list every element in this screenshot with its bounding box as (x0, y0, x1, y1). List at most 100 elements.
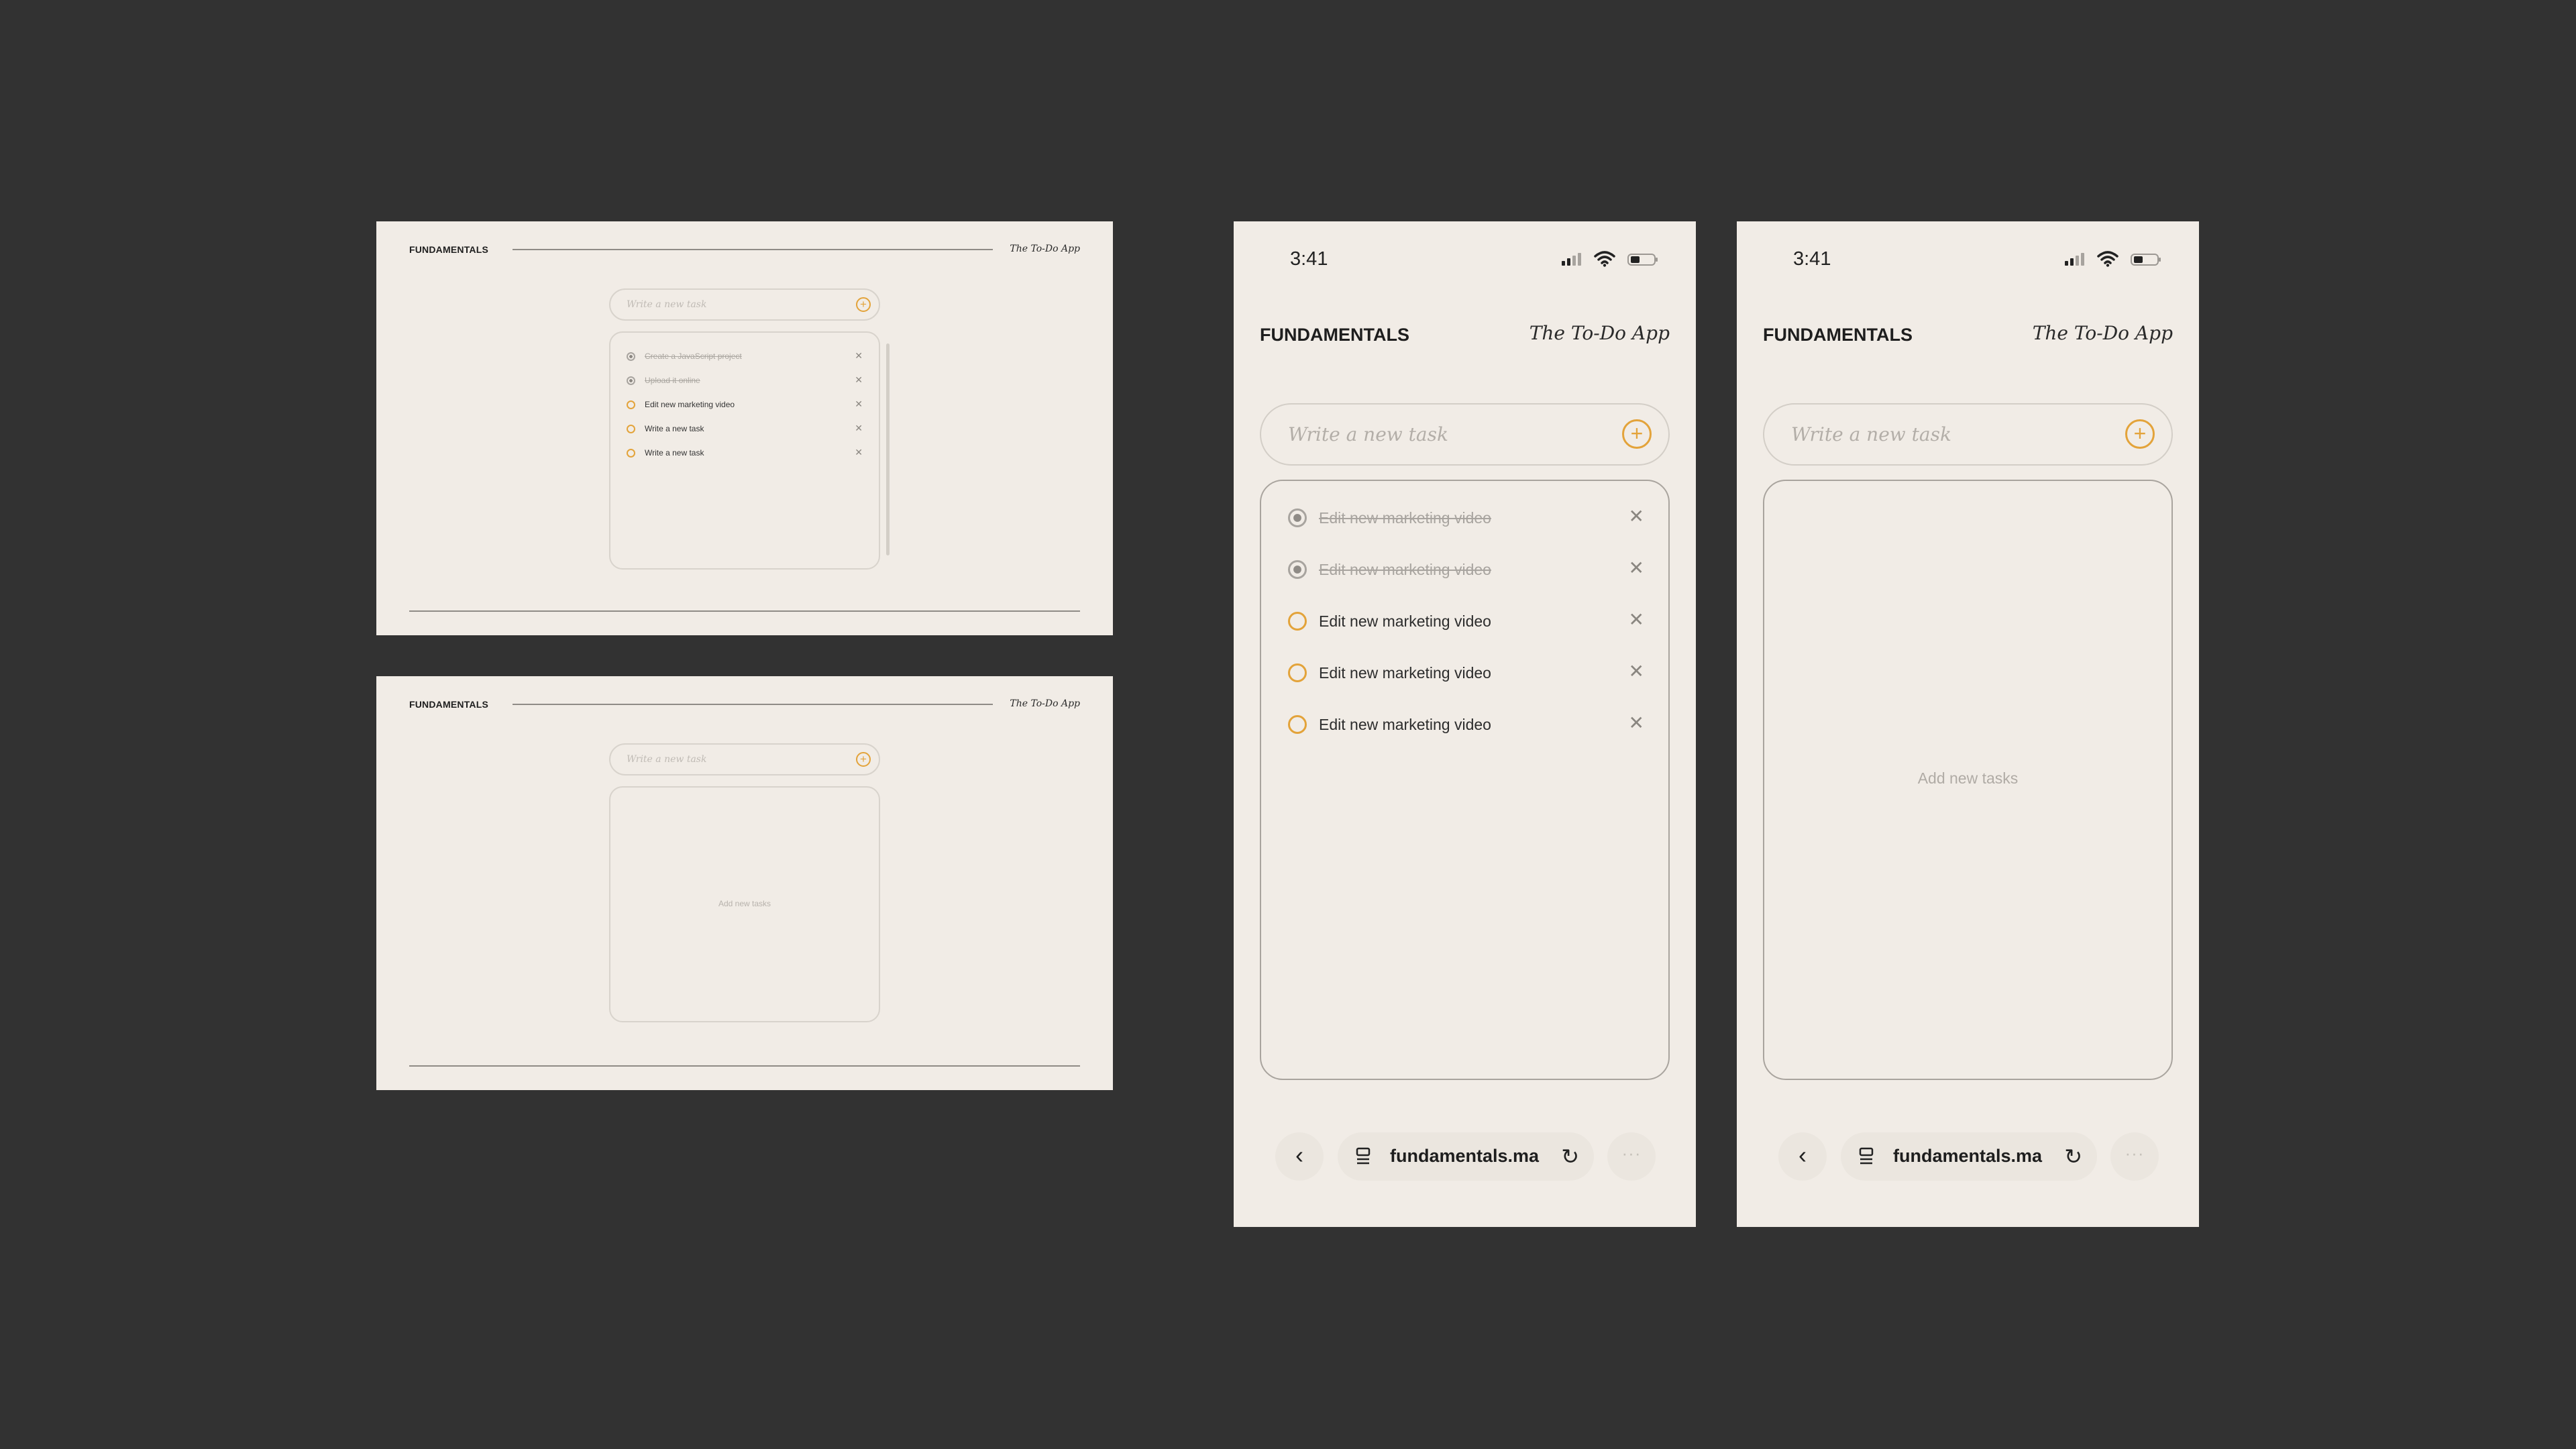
mobile-frame-empty: 3:41 FUNDAMENTALS The To-Do App + Add ne… (1737, 221, 2199, 1227)
task-label: Write a new task (645, 448, 704, 458)
app-title: The To-Do App (1010, 698, 1080, 709)
tabs-icon (1859, 1147, 1874, 1165)
header-divider (513, 249, 993, 250)
task-label: Edit new marketing video (1319, 664, 1491, 682)
more-button[interactable]: ··· (2110, 1132, 2159, 1181)
battery-icon (2131, 254, 2161, 266)
task-item[interactable]: Upload it online ✕ (627, 373, 863, 388)
desktop-frame-tasks: FUNDAMENTALS The To-Do App + Create a Ja… (376, 221, 1113, 635)
task-item[interactable]: Edit new marketing video ✕ (1288, 659, 1644, 686)
checkbox-empty-icon[interactable] (627, 449, 635, 458)
task-item[interactable]: Create a JavaScript project ✕ (627, 349, 863, 364)
task-list: Create a JavaScript project ✕ Upload it … (609, 331, 880, 570)
app-title: The To-Do App (1529, 322, 1670, 344)
close-icon[interactable]: ✕ (855, 374, 863, 386)
checkbox-checked-icon[interactable] (1288, 508, 1307, 527)
task-label: Write a new task (645, 424, 704, 433)
empty-state: Add new tasks (718, 899, 771, 908)
task-label: Edit new marketing video (1319, 561, 1491, 578)
new-task-field: + (1763, 403, 2173, 466)
new-task-field: + (1260, 403, 1670, 466)
app-title: The To-Do App (1010, 244, 1080, 254)
close-icon[interactable]: ✕ (1629, 608, 1644, 631)
desktop-frame-empty: FUNDAMENTALS The To-Do App + Add new tas… (376, 676, 1113, 1090)
chevron-left-icon: ‹ (1295, 1141, 1303, 1169)
task-item[interactable]: Edit new marketing video ✕ (1288, 710, 1644, 737)
close-icon[interactable]: ✕ (855, 423, 863, 434)
checkbox-empty-icon[interactable] (1288, 715, 1307, 734)
wifi-icon (2097, 251, 2118, 267)
footer-divider (409, 1065, 1080, 1067)
new-task-field: + (609, 743, 880, 775)
tabs-icon (1356, 1147, 1371, 1165)
url-text: fundamentals.ma (1893, 1146, 2043, 1166)
task-item[interactable]: Edit new marketing video ✕ (1288, 555, 1644, 582)
chevron-left-icon: ‹ (1799, 1141, 1807, 1169)
status-icons (1562, 251, 1658, 268)
close-icon[interactable]: ✕ (1629, 712, 1644, 734)
checkbox-checked-icon[interactable] (1288, 560, 1307, 579)
status-time: 3:41 (1793, 248, 1831, 270)
address-bar[interactable]: fundamentals.ma ↻ (1338, 1132, 1594, 1181)
new-task-input[interactable] (1288, 405, 1597, 464)
plus-circle-icon[interactable]: + (2125, 419, 2155, 449)
back-button[interactable]: ‹ (1275, 1132, 1324, 1181)
task-list: Edit new marketing video ✕ Edit new mark… (1260, 480, 1670, 1080)
brand-logo: FUNDAMENTALS (409, 699, 489, 710)
footer-divider (409, 610, 1080, 612)
close-icon[interactable]: ✕ (1629, 660, 1644, 682)
checkbox-empty-icon[interactable] (1288, 663, 1307, 682)
task-label: Edit new marketing video (1319, 716, 1491, 733)
reload-icon[interactable]: ↻ (1561, 1144, 1579, 1169)
brand-logo: FUNDAMENTALS (1763, 325, 1913, 345)
new-task-input[interactable] (627, 290, 828, 319)
task-label: Edit new marketing video (1319, 612, 1491, 630)
plus-circle-icon[interactable]: + (856, 297, 871, 312)
task-item[interactable]: Write a new task ✕ (627, 445, 863, 460)
checkbox-checked-icon[interactable] (627, 376, 635, 385)
task-item[interactable]: Edit new marketing video ✕ (1288, 504, 1644, 531)
task-label: Edit new marketing video (645, 400, 735, 409)
back-button[interactable]: ‹ (1778, 1132, 1827, 1181)
checkbox-empty-icon[interactable] (627, 400, 635, 409)
browser-toolbar: ‹ fundamentals.ma ↻ ··· (1234, 1130, 1696, 1184)
empty-state: Add new tasks (1917, 769, 2019, 787)
status-icons (2065, 251, 2161, 268)
scrollbar[interactable] (886, 343, 890, 555)
task-item[interactable]: Write a new task ✕ (627, 421, 863, 436)
status-time: 3:41 (1290, 248, 1328, 270)
close-icon[interactable]: ✕ (855, 398, 863, 410)
checkbox-checked-icon[interactable] (627, 352, 635, 361)
header: FUNDAMENTALS The To-Do App (409, 241, 1080, 258)
reload-icon[interactable]: ↻ (2064, 1144, 2082, 1169)
plus-circle-icon[interactable]: + (856, 752, 871, 767)
task-label: Upload it online (645, 376, 700, 385)
mobile-frame-tasks: 3:41 FUNDAMENTALS The To-Do App + Edit n… (1234, 221, 1696, 1227)
wifi-icon (1594, 251, 1615, 267)
close-icon[interactable]: ✕ (855, 447, 863, 458)
new-task-input[interactable] (1791, 405, 2100, 464)
checkbox-empty-icon[interactable] (627, 425, 635, 433)
new-task-field: + (609, 288, 880, 321)
url-text: fundamentals.ma (1390, 1146, 1540, 1166)
brand-logo: FUNDAMENTALS (409, 244, 489, 255)
task-label: Edit new marketing video (1319, 509, 1491, 527)
task-item[interactable]: Edit new marketing video ✕ (1288, 607, 1644, 634)
task-item[interactable]: Edit new marketing video ✕ (627, 397, 863, 412)
app-title: The To-Do App (2032, 322, 2173, 344)
header: FUNDAMENTALS The To-Do App (409, 696, 1080, 712)
brand-logo: FUNDAMENTALS (1260, 325, 1409, 345)
more-button[interactable]: ··· (1607, 1132, 1656, 1181)
close-icon[interactable]: ✕ (1629, 557, 1644, 579)
address-bar[interactable]: fundamentals.ma ↻ (1841, 1132, 2097, 1181)
battery-icon (1627, 254, 1658, 266)
task-list: Add new tasks (1763, 480, 2173, 1080)
close-icon[interactable]: ✕ (855, 350, 863, 362)
checkbox-empty-icon[interactable] (1288, 612, 1307, 631)
task-label: Create a JavaScript project (645, 352, 742, 361)
new-task-input[interactable] (627, 745, 828, 774)
task-list: Add new tasks (609, 786, 880, 1022)
header-divider (513, 704, 993, 705)
plus-circle-icon[interactable]: + (1622, 419, 1652, 449)
close-icon[interactable]: ✕ (1629, 505, 1644, 527)
